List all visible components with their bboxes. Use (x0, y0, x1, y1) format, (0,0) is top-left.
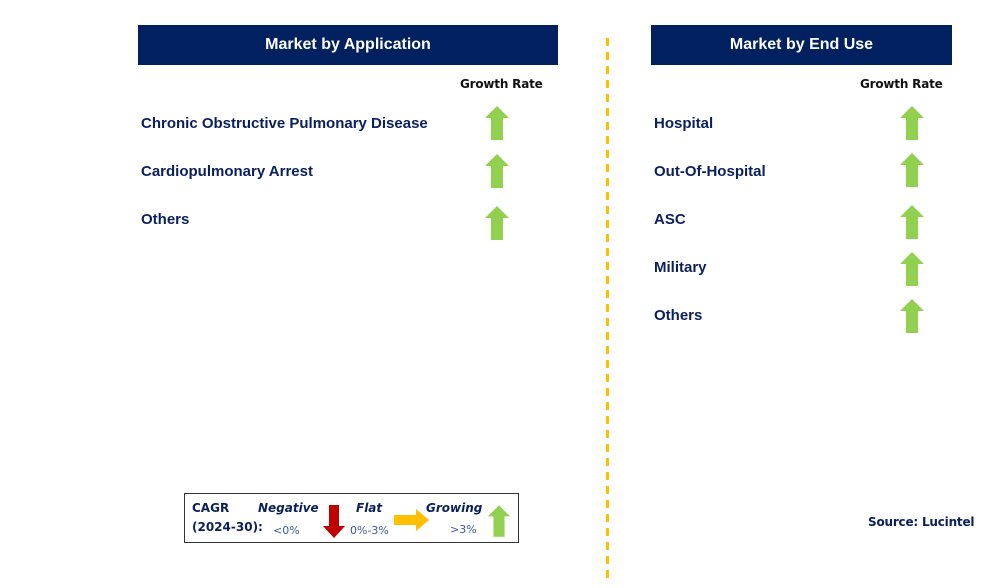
arrow-up-icon (487, 505, 511, 537)
arrow-up-icon (900, 205, 924, 239)
legend-cagr-label: CAGR (192, 501, 230, 515)
legend-period-label: (2024-30): (192, 520, 263, 534)
application-panel-title: Market by Application (265, 36, 431, 53)
legend-negative-range: <0% (273, 524, 300, 537)
arrow-up-icon (485, 206, 509, 240)
end-use-growth-rate-header: Growth Rate (860, 77, 943, 91)
application-item-label: Others (141, 211, 190, 228)
arrow-right-icon (394, 509, 429, 531)
legend-negative-label: Negative (258, 501, 319, 515)
application-panel-header: Market by Application (138, 25, 558, 65)
application-item-label: Chronic Obstructive Pulmonary Disease (141, 115, 428, 132)
arrow-up-icon (900, 153, 924, 187)
legend-growing-label: Growing (426, 501, 483, 515)
arrow-down-icon (323, 505, 345, 538)
application-item-label: Cardiopulmonary Arrest (141, 163, 313, 180)
end-use-panel-header: Market by End Use (651, 25, 952, 65)
legend-flat-range: 0%-3% (350, 524, 389, 537)
panel-divider (606, 38, 609, 583)
application-growth-rate-header: Growth Rate (460, 77, 543, 91)
end-use-item-label: Out-Of-Hospital (654, 163, 766, 180)
arrow-up-icon (900, 299, 924, 333)
end-use-item-label: Hospital (654, 115, 714, 132)
source-note: Source: Lucintel (868, 515, 975, 529)
legend-flat-label: Flat (356, 501, 383, 515)
arrow-up-icon (900, 106, 924, 140)
cagr-legend: CAGR (2024-30): Negative <0% Flat 0%-3% … (184, 493, 519, 543)
legend-growing-range: >3% (450, 523, 477, 536)
end-use-item-label: Military (654, 259, 707, 276)
end-use-item-label: ASC (654, 211, 686, 228)
end-use-panel-title: Market by End Use (729, 36, 874, 53)
arrow-up-icon (900, 252, 924, 286)
end-use-item-label: Others (654, 307, 703, 324)
arrow-up-icon (485, 106, 509, 140)
arrow-up-icon (485, 154, 509, 188)
